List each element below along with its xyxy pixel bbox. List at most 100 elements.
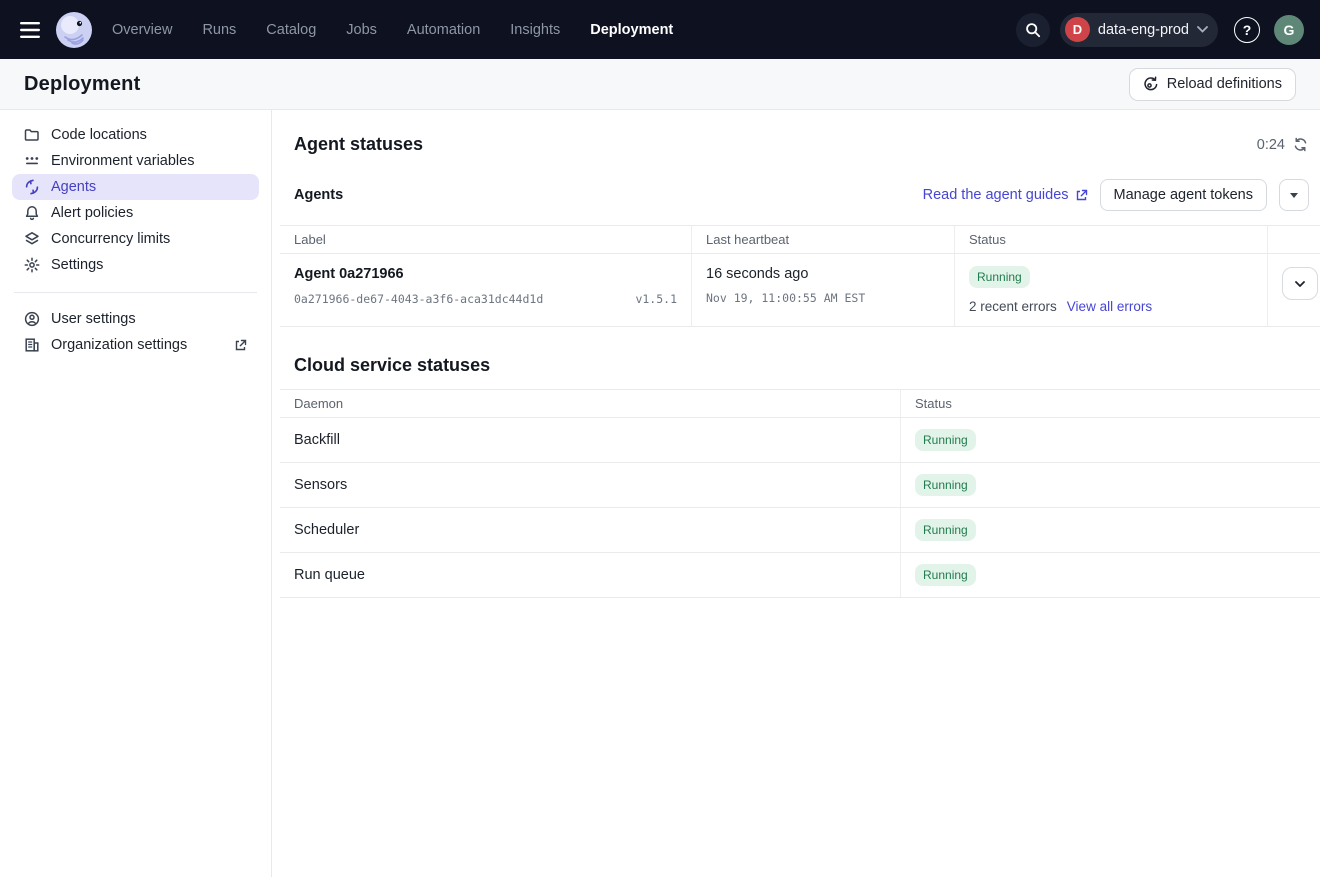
sidebar-item-organization-settings[interactable]: Organization settings	[12, 332, 259, 358]
external-link-icon	[1075, 189, 1088, 202]
sidebar-divider	[14, 292, 257, 293]
sidebar-item-label: Organization settings	[51, 337, 187, 353]
refresh-icon[interactable]	[1293, 137, 1308, 152]
agent-row-expand-button[interactable]	[1282, 267, 1318, 300]
agents-table: Label Last heartbeat Status Agent 0a2719…	[280, 225, 1320, 327]
sidebar-item-label: Concurrency limits	[51, 231, 170, 247]
heartbeat-timestamp: Nov 19, 11:00:55 AM EST	[706, 291, 940, 305]
nav-automation[interactable]: Automation	[407, 22, 480, 38]
layers-icon	[24, 231, 40, 247]
daemon-name: Run queue	[294, 567, 365, 583]
daemon-status-cell: Running	[901, 508, 1320, 553]
help-icon[interactable]: ?	[1234, 17, 1260, 43]
hamburger-menu-icon[interactable]	[14, 14, 46, 46]
daemon-status-cell: Running	[901, 418, 1320, 463]
column-header-heartbeat: Last heartbeat	[692, 225, 955, 254]
caret-down-icon	[1290, 193, 1298, 198]
deployment-sidebar: Code locations Environment variables Age…	[0, 110, 272, 877]
column-header-status: Status	[955, 225, 1268, 254]
building-icon	[24, 337, 40, 353]
nav-insights[interactable]: Insights	[510, 22, 560, 38]
top-navigation-bar: Overview Runs Catalog Jobs Automation In…	[0, 0, 1320, 59]
agent-heartbeat-cell: 16 seconds ago Nov 19, 11:00:55 AM EST	[692, 254, 955, 327]
topbar-right-controls: D data-eng-prod ? G	[1016, 13, 1304, 47]
status-badge: Running	[969, 266, 1030, 288]
sidebar-item-label: Code locations	[51, 127, 147, 143]
folder-icon	[24, 127, 40, 143]
agent-name: Agent 0a271966	[294, 266, 677, 282]
dagster-logo-icon[interactable]	[52, 8, 96, 52]
variables-icon	[24, 153, 40, 169]
column-header-daemon: Daemon	[280, 389, 901, 418]
agents-menu-dropdown-button[interactable]	[1279, 179, 1309, 211]
agent-expander-cell	[1268, 254, 1320, 327]
refresh-countdown: 0:24	[1257, 137, 1308, 153]
daemon-status-cell: Running	[901, 553, 1320, 598]
deployment-initial-badge: D	[1065, 17, 1090, 42]
agent-version: v1.5.1	[635, 292, 677, 306]
reload-definitions-label: Reload definitions	[1167, 76, 1282, 92]
daemon-status-cell: Running	[901, 463, 1320, 508]
nav-runs[interactable]: Runs	[202, 22, 236, 38]
sidebar-item-label: Alert policies	[51, 205, 133, 221]
gear-icon	[24, 257, 40, 273]
heartbeat-relative: 16 seconds ago	[706, 266, 940, 282]
sidebar-item-label: User settings	[51, 311, 136, 327]
reload-icon	[1143, 76, 1159, 92]
bell-icon	[24, 205, 40, 221]
cloud-service-statuses-header: Cloud service statuses	[272, 327, 1320, 376]
primary-nav: Overview Runs Catalog Jobs Automation In…	[112, 22, 673, 38]
deployment-switcher[interactable]: D data-eng-prod	[1060, 13, 1218, 47]
daemon-name: Backfill	[294, 432, 340, 448]
sidebar-item-concurrency-limits[interactable]: Concurrency limits	[12, 226, 259, 252]
daemon-row-run-queue: Run queue	[280, 553, 901, 598]
sidebar-item-user-settings[interactable]: User settings	[12, 306, 259, 332]
nav-catalog[interactable]: Catalog	[266, 22, 316, 38]
page-title: Deployment	[24, 73, 140, 96]
status-badge: Running	[915, 429, 976, 451]
daemon-row-backfill: Backfill	[280, 418, 901, 463]
main-content: Agent statuses 0:24 Agents Read the agen…	[272, 110, 1320, 877]
sidebar-item-environment-variables[interactable]: Environment variables	[12, 148, 259, 174]
agents-subheader: Agents Read the agent guides Manage agen…	[272, 155, 1320, 225]
chevron-down-icon	[1197, 26, 1208, 33]
deployment-name: data-eng-prod	[1098, 22, 1189, 38]
chevron-down-icon	[1295, 281, 1305, 287]
status-badge: Running	[915, 564, 976, 586]
view-all-errors-link[interactable]: View all errors	[1067, 299, 1152, 314]
status-badge: Running	[915, 519, 976, 541]
column-header-status: Status	[901, 389, 1320, 418]
reload-definitions-button[interactable]: Reload definitions	[1129, 68, 1296, 101]
countdown-value: 0:24	[1257, 137, 1285, 153]
agent-guides-link-label: Read the agent guides	[923, 187, 1069, 203]
status-badge: Running	[915, 474, 976, 496]
user-avatar[interactable]: G	[1274, 15, 1304, 45]
column-header-label: Label	[280, 225, 692, 254]
cloud-services-table: Daemon Status Backfill Running Sensors R…	[280, 389, 1320, 598]
agent-statuses-header: Agent statuses 0:24	[272, 110, 1320, 155]
nav-overview[interactable]: Overview	[112, 22, 172, 38]
nav-jobs[interactable]: Jobs	[346, 22, 377, 38]
user-icon	[24, 311, 40, 327]
agent-guides-link[interactable]: Read the agent guides	[923, 187, 1088, 203]
nav-deployment[interactable]: Deployment	[590, 22, 673, 38]
column-header-expander	[1268, 225, 1320, 254]
daemon-row-scheduler: Scheduler	[280, 508, 901, 553]
cloud-service-statuses-title: Cloud service statuses	[294, 355, 490, 376]
sidebar-item-agents[interactable]: Agents	[12, 174, 259, 200]
external-link-icon	[234, 339, 247, 352]
agent-icon	[24, 179, 40, 195]
agents-subtitle: Agents	[294, 187, 343, 203]
agent-statuses-title: Agent statuses	[294, 134, 423, 155]
sidebar-item-label: Environment variables	[51, 153, 194, 169]
sidebar-item-settings[interactable]: Settings	[12, 252, 259, 278]
agent-status-cell: Running 2 recent errors View all errors	[955, 254, 1268, 327]
search-icon[interactable]	[1016, 13, 1050, 47]
daemon-row-sensors: Sensors	[280, 463, 901, 508]
sidebar-item-alert-policies[interactable]: Alert policies	[12, 200, 259, 226]
manage-agent-tokens-button[interactable]: Manage agent tokens	[1100, 179, 1267, 211]
agent-id: 0a271966-de67-4043-a3f6-aca31dc44d1d	[294, 292, 543, 306]
sidebar-item-code-locations[interactable]: Code locations	[12, 122, 259, 148]
sidebar-item-label: Settings	[51, 257, 103, 273]
daemon-name: Scheduler	[294, 522, 359, 538]
